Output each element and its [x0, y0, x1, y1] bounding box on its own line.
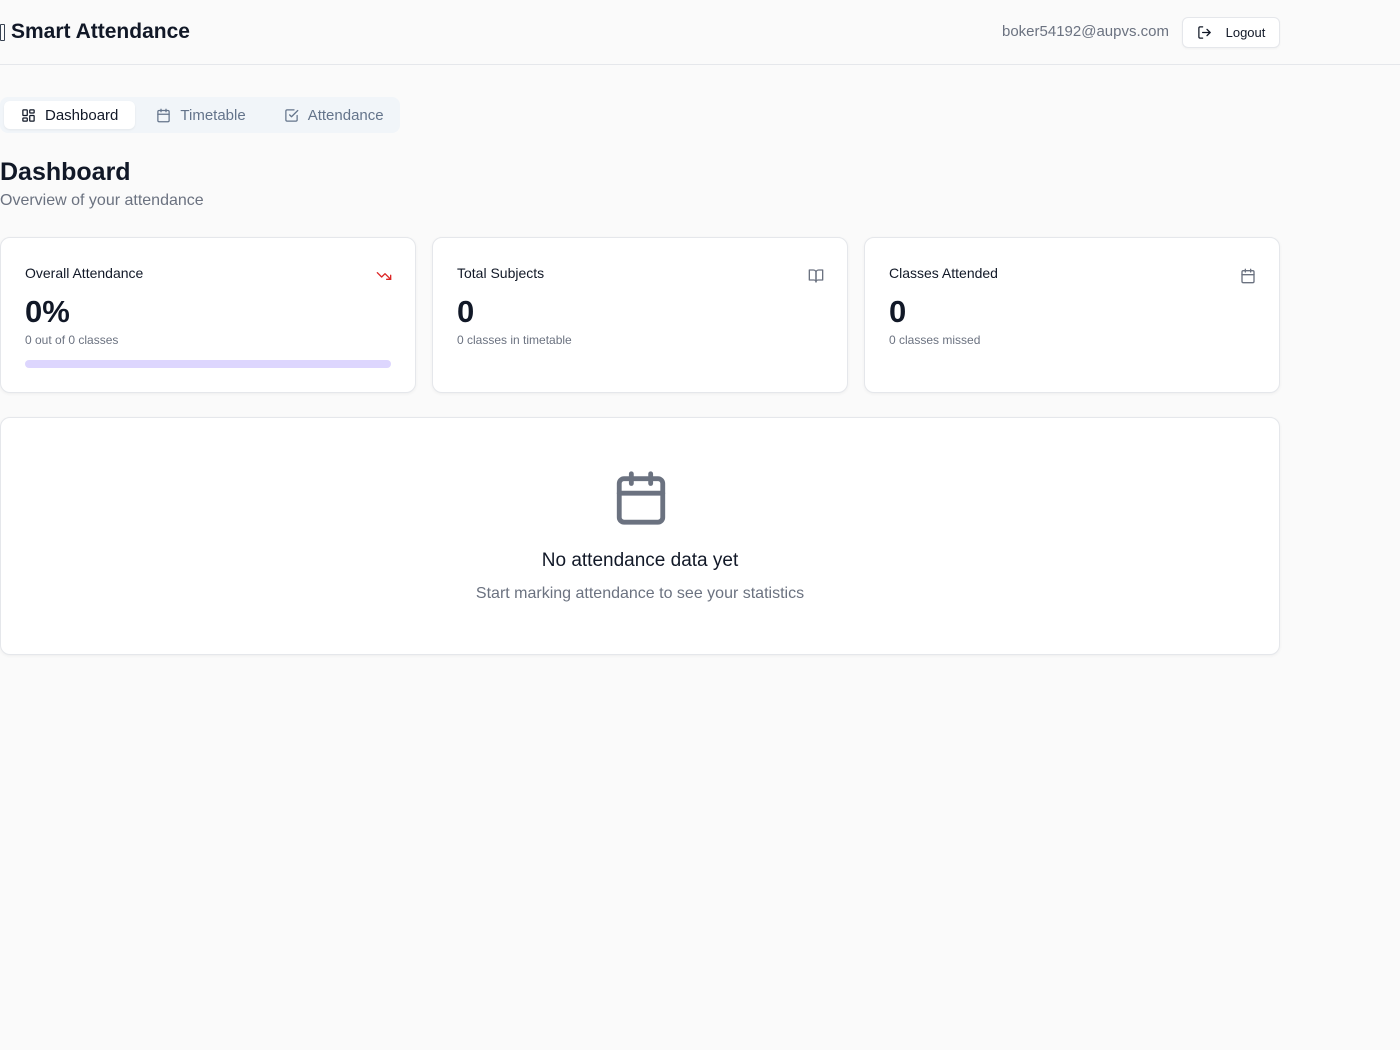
stat-card-total-subjects: Total Subjects 0 0 classes in timetable: [432, 237, 848, 393]
tab-dashboard[interactable]: Dashboard: [4, 101, 136, 129]
stat-card-title: Overall Attendance: [25, 265, 144, 281]
stat-card-title: Total Subjects: [457, 265, 545, 281]
empty-state-card: No attendance data yet Start marking att…: [0, 417, 1280, 655]
calendar-icon: [616, 471, 666, 525]
logout-label: Logout: [1225, 25, 1266, 40]
brand-logo-icon: [0, 23, 5, 41]
tab-label: Timetable: [180, 106, 246, 124]
check-square-icon: [284, 108, 299, 122]
tab-attendance[interactable]: Attendance: [267, 101, 401, 129]
calendar-icon: [1241, 268, 1255, 284]
logout-button[interactable]: Logout: [1182, 17, 1280, 48]
layout-grid-icon: [22, 108, 35, 122]
stat-card-subtext: 0 classes in timetable: [457, 333, 572, 347]
page-subtitle: Overview of your attendance: [0, 192, 204, 209]
tab-label: Attendance: [307, 106, 384, 124]
stat-card-value: 0: [889, 294, 907, 329]
tab-timetable[interactable]: Timetable: [139, 101, 262, 129]
stat-card-value: 0: [457, 294, 475, 329]
stat-card-overall-attendance: Overall Attendance 0% 0 out of 0 classes: [0, 237, 416, 393]
stat-card-subtext: 0 out of 0 classes: [25, 333, 119, 347]
empty-state-subtitle: Start marking attendance to see your sta…: [475, 585, 805, 602]
stat-card-value: 0%: [25, 294, 70, 329]
user-email: boker54192@aupvs.com: [1002, 23, 1169, 40]
tab-label: Dashboard: [45, 106, 119, 124]
page-title: Dashboard: [0, 158, 131, 186]
attendance-progress-bar: [25, 360, 391, 368]
stat-card-title: Classes Attended: [889, 265, 998, 281]
app-brand: Smart Attendance: [0, 19, 190, 45]
app-title: Smart Attendance: [11, 20, 190, 43]
calendar-icon: [157, 108, 171, 122]
main-tabs: Dashboard Timetable Attendance: [0, 97, 400, 133]
stat-card-subtext: 0 classes missed: [889, 333, 981, 347]
empty-state-title: No attendance data yet: [541, 550, 739, 571]
stat-card-classes-attended: Classes Attended 0 0 classes missed: [864, 237, 1280, 393]
book-open-icon: [808, 269, 824, 283]
log-out-icon: [1197, 26, 1211, 39]
app-header: Smart Attendance boker54192@aupvs.com Lo…: [0, 0, 1400, 65]
trending-down-icon: [376, 272, 392, 280]
